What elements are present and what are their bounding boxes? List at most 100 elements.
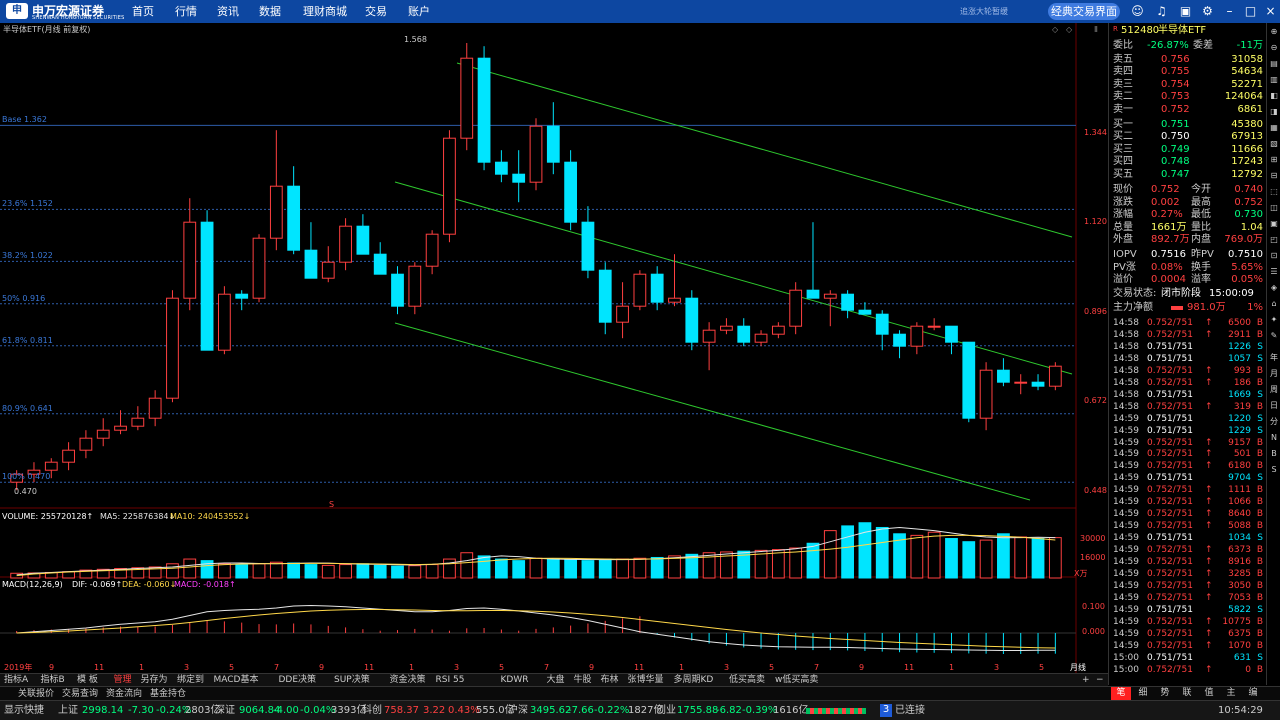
low-label: 0.470 <box>14 487 37 496</box>
period-label[interactable]: 月线 <box>1070 663 1086 673</box>
tab-指标B[interactable]: 指标B <box>41 674 65 686</box>
tab-资金决策[interactable]: 资金决策 <box>390 674 426 686</box>
tick-row: 14:59 0.751/751 1220 S <box>1113 414 1265 425</box>
nav-prev-icon[interactable]: ◇ <box>1052 25 1058 35</box>
x-axis-label: 11 <box>904 663 915 672</box>
candle-body <box>356 225 370 255</box>
candle-body <box>252 237 266 299</box>
sidebar-tool-icon[interactable]: ⊞ <box>1269 155 1279 165</box>
tab-大盘[interactable]: 大盘 <box>547 674 565 686</box>
sidebar-tool-icon[interactable]: ☰ <box>1269 267 1279 277</box>
sidebar-period-S[interactable]: S <box>1269 465 1279 475</box>
quote-tab-1[interactable]: 细 <box>1133 687 1153 700</box>
sidebar-tool-icon[interactable]: ▣ <box>1269 219 1279 229</box>
candle-body <box>893 333 906 347</box>
sidebar-tool-icon[interactable]: ▦ <box>1269 123 1279 133</box>
classic-trade-button[interactable]: 经典交易界面 <box>1048 3 1120 20</box>
tab-DDE决策[interactable]: DDE决策 <box>279 674 317 686</box>
quote-tab-0[interactable]: 笔 <box>1111 687 1131 700</box>
ask-row-5-vol: 31058 <box>1231 54 1263 65</box>
user-icon[interactable]: ☺ <box>1130 4 1145 19</box>
sidebar-tool-icon[interactable]: ⊖ <box>1269 43 1279 53</box>
quote-tab-2[interactable]: 势 <box>1155 687 1175 700</box>
menu-trade[interactable]: 交易 <box>365 0 387 23</box>
indicator-flag[interactable]: Ⅱ <box>1094 25 1098 35</box>
quick-toggle[interactable]: 显示快捷 <box>4 705 44 717</box>
sidebar-period-周[interactable]: 周 <box>1269 385 1279 395</box>
nav-next-icon[interactable]: ◇ <box>1066 25 1072 35</box>
sidebar-period-N[interactable]: N <box>1269 433 1279 443</box>
tab-牛股[interactable]: 牛股 <box>574 674 592 686</box>
sidebar-tool-icon[interactable]: ⊕ <box>1269 27 1279 37</box>
sidebar-tool-icon[interactable]: ◧ <box>1269 91 1279 101</box>
tab-布林[interactable]: 布林 <box>601 674 619 686</box>
tab-低买高卖[interactable]: 低买高卖 <box>729 674 765 686</box>
maximize-icon[interactable]: □ <box>1243 4 1258 19</box>
sidebar-tool-icon[interactable]: ◫ <box>1269 203 1279 213</box>
sidebar-period-年[interactable]: 年 <box>1269 353 1279 363</box>
quote-tab-3[interactable]: 联 <box>1177 687 1197 700</box>
tick-side: B <box>1256 628 1263 639</box>
sidebar-period-分[interactable]: 分 <box>1269 417 1279 427</box>
zoom-in-icon[interactable]: + <box>1082 674 1090 686</box>
sidebar-tool-icon[interactable]: ◨ <box>1269 107 1279 117</box>
tab-RSI 55[interactable]: RSI 55 <box>436 674 465 686</box>
tab-绑定到[interactable]: 绑定到 <box>177 674 204 686</box>
chart-area[interactable]: 半导体ETF(月线 前复权) ◇ ◇ Ⅱ 1.568 0.470 S VOLUM… <box>0 23 1108 685</box>
sidebar-tool-icon[interactable]: ✦ <box>1269 315 1279 325</box>
sidebar-tool-icon[interactable]: ⊟ <box>1269 171 1279 181</box>
menu-account[interactable]: 账户 <box>408 0 430 23</box>
tick-side: B <box>1256 485 1263 496</box>
sidebar-tool-icon[interactable]: ▥ <box>1269 75 1279 85</box>
tab2-交易查询[interactable]: 交易查询 <box>62 687 98 701</box>
sidebar-tool-icon[interactable]: ⬚ <box>1269 187 1279 197</box>
tick-side: B <box>1256 521 1263 532</box>
sidebar-tool-icon[interactable]: ▧ <box>1269 139 1279 149</box>
menu-home[interactable]: 首页 <box>132 0 154 23</box>
tab-指标A[interactable]: 指标A <box>4 674 28 686</box>
sidebar-tool-icon[interactable]: ◈ <box>1269 283 1279 293</box>
tick-time: 14:58 <box>1113 389 1139 400</box>
tab-管理[interactable]: 管理 <box>114 674 132 686</box>
quote-tab-5[interactable]: 主 <box>1221 687 1241 700</box>
sidebar-tool-icon[interactable]: ◰ <box>1269 235 1279 245</box>
logo-mark: 申 <box>6 3 28 19</box>
menu-wealth-mall[interactable]: 理财商城 <box>303 0 347 23</box>
volume-bar <box>408 565 422 579</box>
quote-tab-6[interactable]: 编 <box>1243 687 1263 700</box>
menu-market[interactable]: 行情 <box>175 0 197 23</box>
tab-模 板[interactable]: 模 板 <box>77 674 98 686</box>
tick-arrow: ↑ <box>1205 485 1213 496</box>
sidebar-tool-icon[interactable]: ✎ <box>1269 331 1279 341</box>
tab-SUP决策[interactable]: SUP决策 <box>334 674 370 686</box>
menu-data[interactable]: 数据 <box>259 0 281 23</box>
tab-w低买高卖[interactable]: w低买高卖 <box>775 674 818 686</box>
tab-KDWR[interactable]: KDWR <box>501 674 529 686</box>
sidebar-period-日[interactable]: 日 <box>1269 401 1279 411</box>
sidebar-period-月[interactable]: 月 <box>1269 369 1279 379</box>
sidebar-tool-icon[interactable]: ▤ <box>1269 59 1279 69</box>
tick-vol: 1057 <box>1228 353 1251 364</box>
tab2-资金流向[interactable]: 资金流向 <box>106 687 142 701</box>
message-icon[interactable]: ▣ <box>1178 4 1193 19</box>
tab2-基金持仓[interactable]: 基金持仓 <box>150 687 186 701</box>
headset-icon[interactable]: ♫ <box>1154 4 1169 19</box>
channel-bottom-line <box>394 322 1031 501</box>
tab2-关联报价[interactable]: 关联报价 <box>18 687 54 701</box>
minimize-icon[interactable]: – <box>1222 4 1237 19</box>
zoom-out-icon[interactable]: − <box>1096 674 1104 686</box>
connection-status[interactable]: 已连接 <box>895 705 925 717</box>
tab-另存为[interactable]: 另存为 <box>141 674 168 686</box>
bid-row-4-price: 0.748 <box>1161 156 1190 168</box>
sidebar-tool-icon[interactable]: ⌂ <box>1269 299 1279 309</box>
quote-tab-4[interactable]: 值 <box>1199 687 1219 700</box>
tab-MACD基本[interactable]: MACD基本 <box>214 674 259 686</box>
tab-张博华量[interactable]: 张博华量 <box>628 674 664 686</box>
menu-news[interactable]: 资讯 <box>217 0 239 23</box>
tab-多周期KD[interactable]: 多周期KD <box>674 674 714 686</box>
sidebar-tool-icon[interactable]: ⊡ <box>1269 251 1279 261</box>
iopv-value: 0.7516 <box>1151 249 1186 260</box>
close-icon[interactable]: × <box>1263 4 1278 19</box>
sidebar-period-B[interactable]: B <box>1269 449 1279 459</box>
gear-icon[interactable]: ⚙ <box>1200 4 1215 19</box>
